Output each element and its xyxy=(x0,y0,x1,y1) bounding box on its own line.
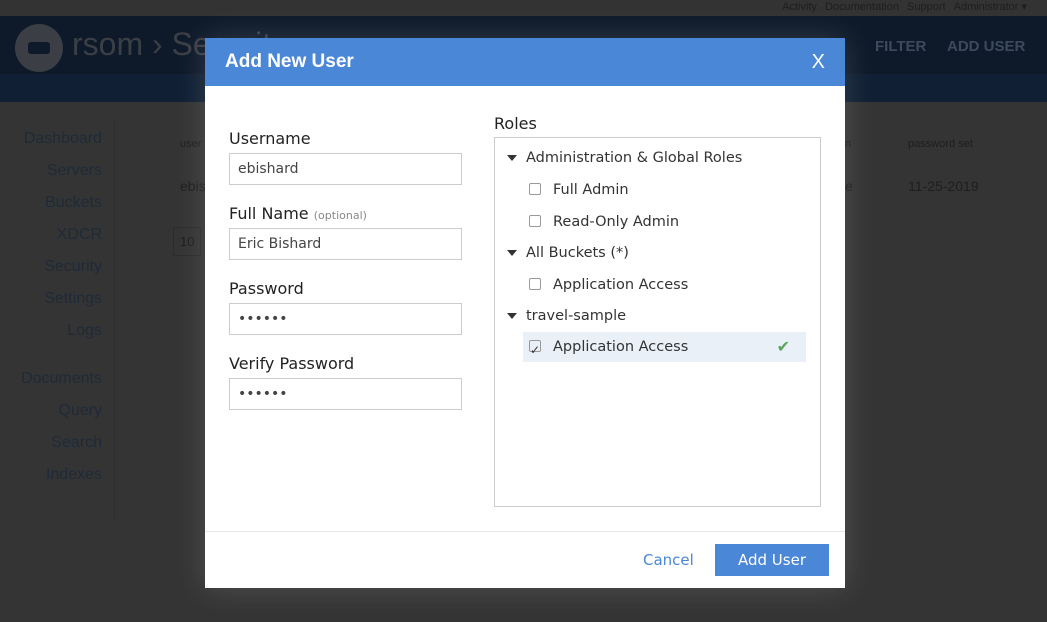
role-group-travel-sample[interactable]: travel-sample xyxy=(507,301,805,331)
role-label: Full Admin xyxy=(553,182,629,198)
fullname-label-text: Full Name xyxy=(229,204,309,223)
verify-password-label: Verify Password xyxy=(229,354,355,373)
checkbox-checked[interactable] xyxy=(529,335,541,365)
caret-down-icon xyxy=(507,155,517,161)
sidebar-item-buckets[interactable]: Buckets xyxy=(0,192,102,224)
role-group-all-buckets[interactable]: All Buckets (*) xyxy=(507,238,805,268)
username-input[interactable] xyxy=(229,153,462,185)
col-header-password-set: password set xyxy=(908,138,973,150)
dialog-title: Add New User xyxy=(225,51,354,72)
footer-divider xyxy=(205,531,845,532)
fullname-label: Full Name (optional) xyxy=(229,204,367,223)
role-all-buckets-application-access[interactable]: Application Access xyxy=(507,270,805,300)
cell-user: ebis xyxy=(180,178,206,194)
password-label: Password xyxy=(229,279,304,298)
logo-icon xyxy=(15,24,63,72)
add-user-dialog: Add New User X Username Full Name (optio… xyxy=(205,38,845,588)
add-user-button[interactable]: Add User xyxy=(715,544,829,576)
sidebar-item-indexes[interactable]: Indexes xyxy=(0,464,102,496)
sidebar-divider xyxy=(114,120,115,520)
role-full-admin[interactable]: Full Admin xyxy=(507,175,805,205)
sidebar-item-search[interactable]: Search xyxy=(0,432,102,464)
dialog-header: Add New User X xyxy=(205,38,845,86)
support-link[interactable]: Support xyxy=(907,1,946,13)
add-user-header-button[interactable]: ADD USER xyxy=(947,38,1025,55)
col-header-user: user xyxy=(180,138,202,150)
filter-button[interactable]: FILTER xyxy=(875,38,926,55)
role-group-admin[interactable]: Administration & Global Roles xyxy=(507,143,805,173)
cancel-button[interactable]: Cancel xyxy=(643,551,694,569)
username-label: Username xyxy=(229,129,311,148)
col-header-n: n xyxy=(845,138,852,150)
caret-down-icon xyxy=(507,250,517,256)
role-read-only-admin[interactable]: Read-Only Admin xyxy=(507,207,805,237)
sidebar: Dashboard Servers Buckets XDCR Security … xyxy=(0,128,102,496)
verify-password-input[interactable] xyxy=(229,378,462,410)
roles-tree: Administration & Global Roles Full Admin… xyxy=(494,137,821,507)
optional-hint: (optional) xyxy=(313,209,367,222)
sidebar-item-query[interactable]: Query xyxy=(0,400,102,432)
role-travel-sample-application-access[interactable]: Application Access ✔ xyxy=(523,332,806,365)
page-size-select[interactable]: 10 xyxy=(173,227,202,256)
checkbox[interactable] xyxy=(529,183,541,195)
documentation-link[interactable]: Documentation xyxy=(825,1,899,13)
caret-down-icon xyxy=(507,313,517,319)
checkmark-icon: ✔ xyxy=(776,337,790,356)
sidebar-item-settings[interactable]: Settings xyxy=(0,288,102,320)
sidebar-item-servers[interactable]: Servers xyxy=(0,160,102,192)
role-group-label: All Buckets (*) xyxy=(526,245,629,261)
checkbox[interactable] xyxy=(529,278,541,290)
sidebar-item-logs[interactable]: Logs xyxy=(0,320,102,352)
top-bar: Activity Documentation Support Administr… xyxy=(0,0,1047,16)
role-label: Application Access xyxy=(553,339,689,355)
sidebar-item-documents[interactable]: Documents xyxy=(0,368,102,400)
role-label: Read-Only Admin xyxy=(553,214,680,230)
sidebar-item-dashboard[interactable]: Dashboard xyxy=(0,128,102,160)
roles-label: Roles xyxy=(494,114,537,133)
role-label: Application Access xyxy=(553,277,689,293)
checkbox[interactable] xyxy=(529,215,541,227)
password-input[interactable] xyxy=(229,303,462,335)
role-group-label: travel-sample xyxy=(526,308,627,324)
sidebar-item-security[interactable]: Security xyxy=(0,256,102,288)
cell-n: e xyxy=(845,178,853,194)
sidebar-item-xdcr[interactable]: XDCR xyxy=(0,224,102,256)
cell-password-set: 11-25-2019 xyxy=(908,178,979,194)
close-button[interactable]: X xyxy=(812,38,825,86)
administrator-menu[interactable]: Administrator ▾ xyxy=(954,1,1027,13)
fullname-input[interactable] xyxy=(229,228,462,260)
role-group-label: Administration & Global Roles xyxy=(526,150,743,166)
activity-link[interactable]: Activity xyxy=(782,1,817,13)
